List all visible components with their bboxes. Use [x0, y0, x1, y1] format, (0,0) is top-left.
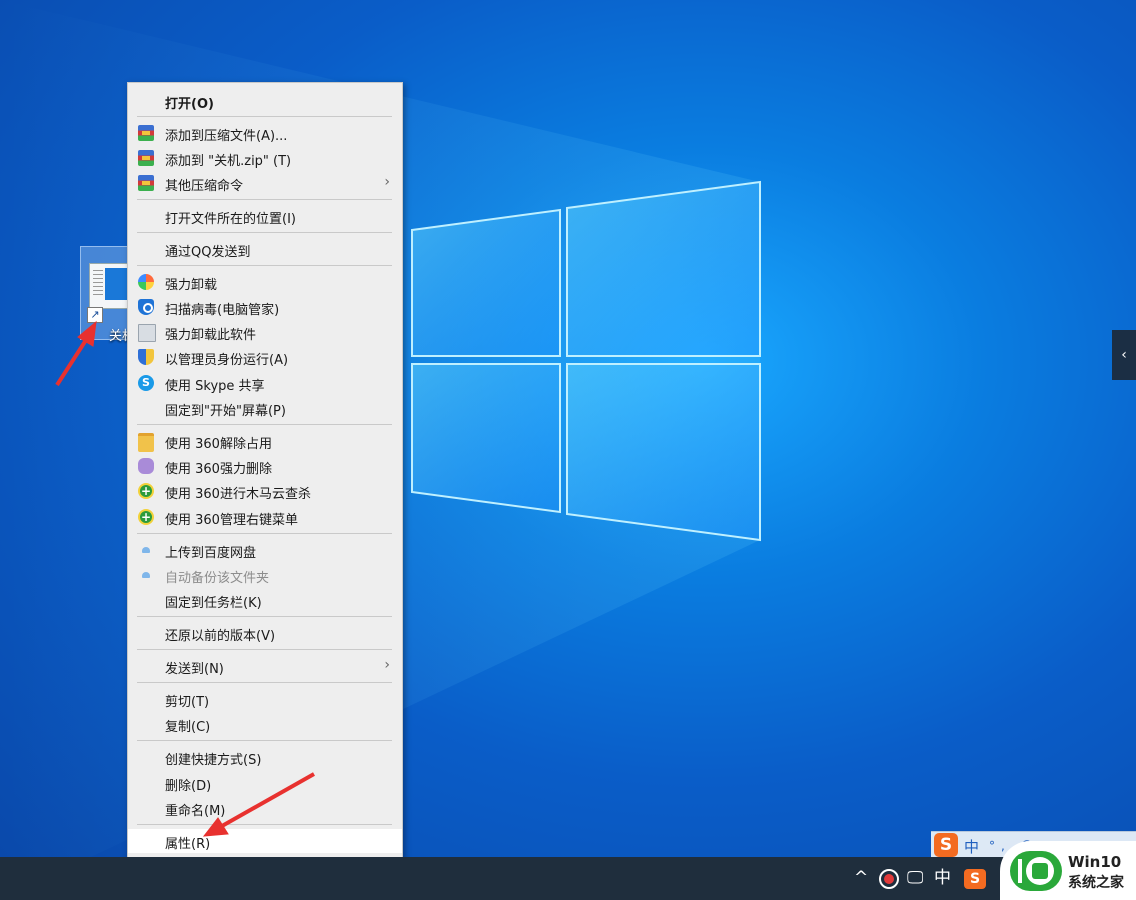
context-menu: 打开(O) 添加到压缩文件(A)... 添加到 "关机.zip" (T) 其他压缩命令…	[127, 82, 403, 860]
win10-watermark: Win10 系统之家	[1000, 841, 1136, 900]
uac-shield-icon	[138, 349, 154, 365]
submenu-arrow-icon: ›	[384, 657, 390, 673]
shield-icon	[138, 299, 154, 315]
menu-separator	[137, 824, 392, 825]
desktop-shortcut-icon[interactable]: ↗ 关机	[80, 246, 135, 344]
winrar-icon	[138, 175, 154, 191]
menu-item-label: 创建快捷方式(S)	[165, 753, 262, 768]
eraser-icon	[138, 458, 154, 474]
menu-item-label: 打开(O)	[165, 97, 214, 112]
submenu-arrow-icon: ›	[384, 174, 390, 190]
menu-item-label: 重命名(M)	[165, 804, 226, 819]
cloud-icon	[142, 547, 150, 553]
menu-item[interactable]: 发送到(N) ›	[128, 654, 402, 678]
menu-item[interactable]: 剪切(T)	[128, 687, 402, 711]
menu-item-label: 复制(C)	[165, 720, 211, 735]
360-icon: +	[138, 483, 154, 499]
menu-separator	[137, 740, 392, 741]
taskbar: ^ 🖵 中 S	[0, 857, 1136, 900]
menu-item-label: 还原以前的版本(V)	[165, 629, 276, 644]
menu-item[interactable]: 强力卸载	[128, 270, 402, 294]
menu-item-label: 使用 Skype 共享	[165, 379, 265, 394]
menu-item[interactable]: + 使用 360进行木马云查杀	[128, 479, 402, 503]
menu-item-label: 固定到任务栏(K)	[165, 596, 262, 611]
menu-item-label: 自动备份该文件夹	[165, 571, 270, 586]
ime-mode-toggle[interactable]: 中	[964, 836, 979, 857]
menu-item[interactable]: + 使用 360管理右键菜单	[128, 505, 402, 529]
menu-item[interactable]: 属性(R)	[128, 829, 402, 853]
menu-item[interactable]: S 使用 Skype 共享	[128, 371, 402, 395]
menu-item[interactable]: 还原以前的版本(V)	[128, 621, 402, 645]
menu-separator	[137, 116, 392, 117]
flower-icon	[138, 274, 154, 290]
sogou-tray-icon[interactable]: S	[964, 869, 986, 889]
side-collapse-tab[interactable]: ‹	[1112, 330, 1136, 380]
winrar-icon	[138, 150, 154, 166]
menu-item[interactable]: 添加到压缩文件(A)...	[128, 121, 402, 145]
shortcut-thumbnail-icon	[89, 263, 131, 309]
input-language-indicator[interactable]: 中	[934, 857, 951, 900]
watermark-title: Win10	[1068, 853, 1122, 871]
cloud-icon	[142, 572, 150, 578]
menu-item[interactable]: 扫描病毒(电脑管家)	[128, 295, 402, 319]
menu-separator	[137, 424, 392, 425]
folder-icon	[138, 433, 154, 452]
menu-item[interactable]: 强力卸载此软件	[128, 320, 402, 344]
menu-item[interactable]: 以管理员身份运行(A)	[128, 345, 402, 369]
menu-item[interactable]: 打开文件所在的位置(I)	[128, 204, 402, 228]
menu-item-label: 以管理员身份运行(A)	[165, 353, 289, 368]
sogou-logo-icon[interactable]: S	[934, 833, 958, 857]
menu-item-label: 使用 360进行木马云查杀	[165, 487, 311, 502]
menu-item[interactable]: 打开(O)	[128, 89, 402, 113]
menu-item[interactable]: 使用 360解除占用	[128, 429, 402, 453]
360-icon: +	[138, 509, 154, 525]
menu-item-label: 属性(R)	[165, 837, 211, 852]
menu-item[interactable]: 使用 360强力删除	[128, 454, 402, 478]
menu-item-label: 发送到(N)	[165, 662, 224, 677]
menu-separator	[137, 533, 392, 534]
menu-separator	[137, 649, 392, 650]
menu-item-label: 添加到压缩文件(A)...	[165, 129, 288, 144]
menu-separator	[137, 265, 392, 266]
menu-item-label: 扫描病毒(电脑管家)	[165, 303, 280, 318]
menu-separator	[137, 232, 392, 233]
menu-separator	[137, 199, 392, 200]
menu-item-label: 其他压缩命令	[165, 179, 244, 194]
menu-item[interactable]: 添加到 "关机.zip" (T)	[128, 146, 402, 170]
menu-item-label: 使用 360强力删除	[165, 462, 272, 477]
menu-item[interactable]: 删除(D)	[128, 771, 402, 795]
menu-item-label: 剪切(T)	[165, 695, 210, 710]
menu-item-label: 删除(D)	[165, 779, 212, 794]
winrar-icon	[138, 125, 154, 141]
menu-item-label: 通过QQ发送到	[165, 245, 251, 260]
menu-item-label: 使用 360管理右键菜单	[165, 513, 298, 528]
monitor-icon[interactable]: 🖵	[907, 857, 923, 900]
menu-item: 自动备份该文件夹	[128, 563, 402, 587]
menu-item-label: 打开文件所在的位置(I)	[165, 212, 296, 227]
menu-item[interactable]: 其他压缩命令 ›	[128, 171, 402, 195]
menu-item[interactable]: 固定到"开始"屏幕(P)	[128, 396, 402, 420]
watermark-subtitle: 系统之家	[1068, 875, 1124, 891]
menu-item-label: 使用 360解除占用	[165, 437, 272, 452]
menu-item-label: 上传到百度网盘	[165, 546, 257, 561]
tray-chevron-icon[interactable]: ^	[854, 857, 868, 900]
menu-item-label: 强力卸载	[165, 278, 218, 293]
menu-item[interactable]: 重命名(M)	[128, 796, 402, 820]
menu-item-label: 固定到"开始"屏幕(P)	[165, 404, 286, 419]
recycle-bin-icon	[138, 324, 156, 342]
skype-icon: S	[138, 375, 154, 391]
menu-item-label: 强力卸载此软件	[165, 328, 257, 343]
menu-item[interactable]: 创建快捷方式(S)	[128, 745, 402, 769]
menu-item[interactable]: 通过QQ发送到	[128, 237, 402, 261]
menu-separator	[137, 616, 392, 617]
record-icon[interactable]	[879, 869, 899, 889]
menu-separator	[137, 682, 392, 683]
win10-logo-icon	[1010, 851, 1062, 891]
menu-item[interactable]: 固定到任务栏(K)	[128, 588, 402, 612]
menu-item[interactable]: 上传到百度网盘	[128, 538, 402, 562]
menu-item[interactable]: 复制(C)	[128, 712, 402, 736]
shortcut-arrow-icon: ↗	[87, 307, 103, 323]
menu-item-label: 添加到 "关机.zip" (T)	[165, 154, 292, 169]
